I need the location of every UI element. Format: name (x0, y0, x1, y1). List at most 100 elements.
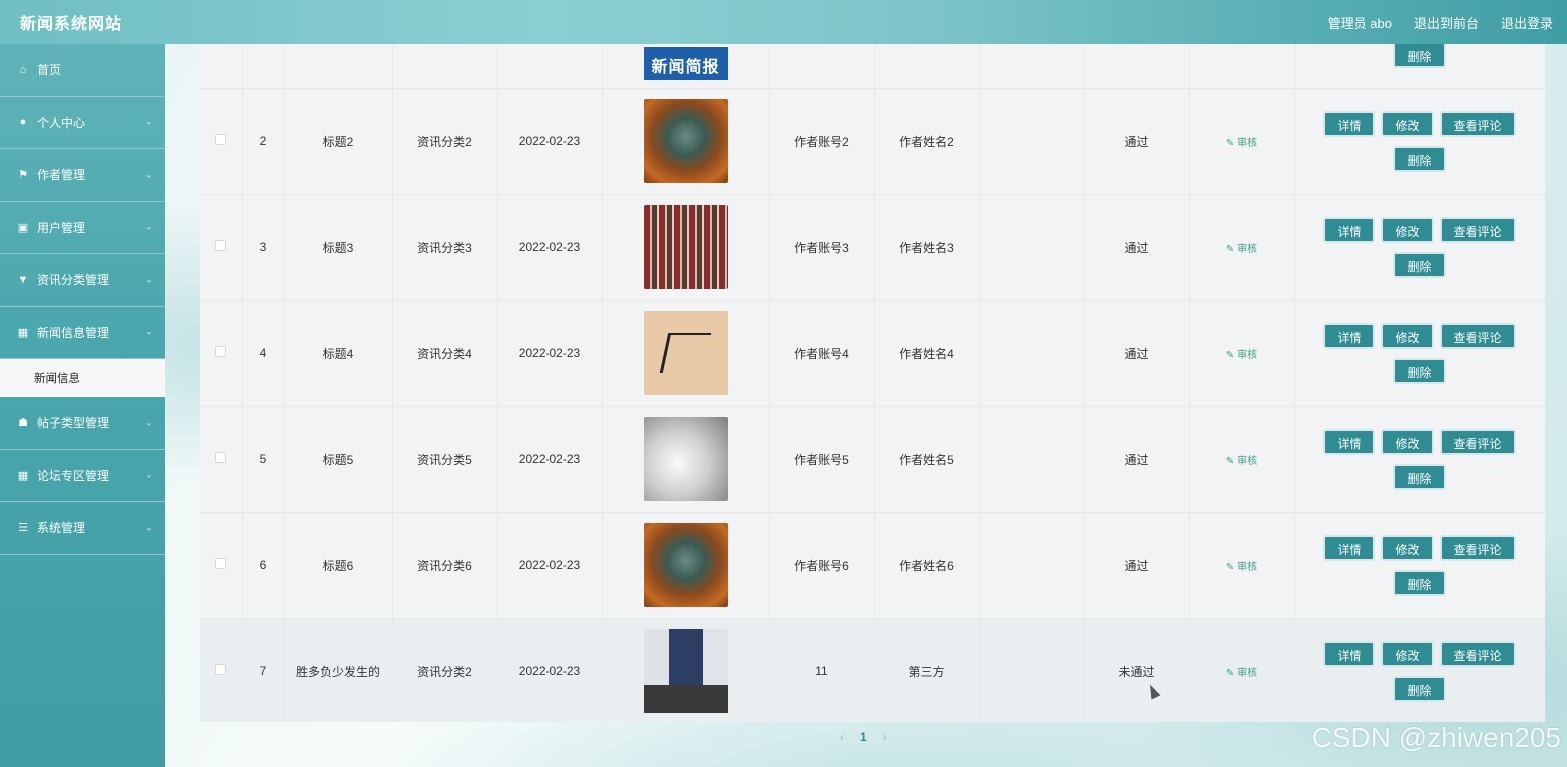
row-status: 通过 (1084, 406, 1190, 513)
site-brand: 新闻系统网站 (20, 16, 123, 33)
sidebar-item-label: 新闻信息管理 (37, 325, 110, 340)
delete-button[interactable]: 删除 (1393, 357, 1446, 384)
row-status: 通过 (1084, 88, 1190, 195)
delete-button[interactable]: 删除 (1393, 44, 1446, 68)
sidebar-item-news-categories[interactable]: ▼ 资讯分类管理 ⌄ (0, 254, 165, 307)
row-date: 2022-02-23 (497, 406, 603, 513)
chevron-down-icon: ⌄ (144, 169, 153, 181)
chevron-down-icon: ⌄ (144, 469, 153, 481)
edit-button[interactable]: 修改 (1381, 216, 1434, 243)
row-checkbox[interactable] (215, 346, 227, 357)
audit-link[interactable]: ✎ 审核 (1226, 456, 1257, 467)
sidebar-item-system[interactable]: ☰ 系统管理 ⌄ (0, 502, 165, 555)
top-actions: 管理员 abo 退出到前台 退出登录 (1328, 13, 1553, 32)
comments-button[interactable]: 查看评论 (1439, 428, 1516, 455)
row-date: 2022-02-23 (497, 618, 603, 722)
delete-button[interactable]: 删除 (1393, 463, 1446, 490)
comments-button[interactable]: 查看评论 (1439, 640, 1516, 667)
row-id: 3 (242, 194, 285, 301)
edit-button[interactable]: 修改 (1381, 640, 1434, 667)
page-number[interactable]: 1 (860, 730, 867, 744)
comments-button[interactable]: 查看评论 (1439, 322, 1516, 349)
row-date: 2022-02-23 (497, 512, 603, 619)
edit-icon: ✎ (1225, 667, 1238, 679)
table-row: 5 标题5 资讯分类5 2022-02-23 作者账号5 作者姓名5 通过 ✎ … (200, 406, 1545, 513)
comments-button[interactable]: 查看评论 (1439, 216, 1516, 243)
row-date: 2022-02-23 (497, 88, 603, 195)
sidebar-item-forum[interactable]: ▦ 论坛专区管理 ⌄ (0, 450, 165, 502)
row-checkbox[interactable] (215, 452, 227, 463)
prev-page-button[interactable]: ‹ (840, 730, 844, 744)
audit-label: 审核 (1237, 137, 1258, 149)
row-checkbox[interactable] (215, 134, 227, 145)
row-author-name: 作者姓名2 (874, 88, 980, 195)
table-row: 新闻简报 删除 (200, 44, 1545, 89)
row-checkbox[interactable] (215, 558, 227, 569)
audit-link[interactable]: ✎ 审核 (1226, 668, 1257, 679)
audit-link[interactable]: ✎ 审核 (1226, 244, 1257, 255)
delete-button[interactable]: 删除 (1393, 675, 1446, 702)
edit-button[interactable]: 修改 (1381, 110, 1434, 137)
edit-icon: ✎ (1225, 455, 1238, 467)
sidebar-item-profile[interactable]: ● 个人中心 ⌄ (0, 97, 165, 149)
sidebar-item-label: 作者管理 (37, 168, 86, 183)
row-checkbox[interactable] (215, 664, 227, 675)
sidebar-item-post-types[interactable]: ☗ 帖子类型管理 ⌄ (0, 397, 165, 450)
audit-link[interactable]: ✎ 审核 (1226, 562, 1257, 573)
chevron-down-icon: ⌄ (144, 417, 153, 429)
row-author-name: 作者姓名3 (874, 194, 980, 301)
delete-button[interactable]: 删除 (1393, 251, 1446, 278)
edit-button[interactable]: 修改 (1381, 534, 1434, 561)
sidebar-item-news-info[interactable]: ▦ 新闻信息管理 ⌄ (0, 307, 165, 359)
detail-button[interactable]: 详情 (1323, 110, 1376, 137)
delete-button[interactable]: 删除 (1393, 569, 1446, 596)
audit-link[interactable]: ✎ 审核 (1226, 350, 1257, 361)
chevron-down-icon: ⌄ (144, 116, 153, 128)
logout-link[interactable]: 退出登录 (1501, 13, 1553, 32)
row-author-account: 11 (769, 618, 875, 722)
filter-icon: ▼ (17, 273, 29, 286)
pagination: ‹ 1 › (840, 730, 887, 744)
row-author-name: 作者姓名4 (874, 300, 980, 407)
table-row: 6 标题6 资讯分类6 2022-02-23 作者账号6 作者姓名6 通过 ✎ … (200, 512, 1545, 619)
sidebar-item-users[interactable]: ▣ 用户管理 ⌄ (0, 202, 165, 254)
table-row: 2 标题2 资讯分类2 2022-02-23 作者账号2 作者姓名2 通过 ✎ … (200, 88, 1545, 195)
row-author-name: 作者姓名6 (874, 512, 980, 619)
row-category: 资讯分类3 (392, 194, 498, 301)
to-front-link[interactable]: 退出到前台 (1414, 13, 1479, 32)
comments-button[interactable]: 查看评论 (1439, 110, 1516, 137)
row-category: 资讯分类5 (392, 406, 498, 513)
grid-icon: ▦ (17, 326, 29, 339)
audit-label: 审核 (1237, 667, 1258, 679)
detail-button[interactable]: 详情 (1323, 428, 1376, 455)
row-checkbox[interactable] (215, 240, 227, 251)
grid-icon: ▦ (17, 469, 29, 482)
audit-link[interactable]: ✎ 审核 (1226, 138, 1257, 149)
next-page-button[interactable]: › (883, 730, 887, 744)
sidebar-item-label: 用户管理 (37, 220, 86, 235)
detail-button[interactable]: 详情 (1323, 534, 1376, 561)
clipboard-icon: ▣ (17, 221, 29, 234)
row-status: 未通过 (1084, 618, 1190, 722)
edit-button[interactable]: 修改 (1381, 322, 1434, 349)
sidebar-item-label: 首页 (37, 63, 62, 78)
detail-button[interactable]: 详情 (1323, 216, 1376, 243)
row-status: 通过 (1084, 300, 1190, 407)
table-row: 7 胜多负少发生的 资讯分类2 2022-02-23 11 第三方 未通过 ✎ … (200, 618, 1545, 722)
comments-button[interactable]: 查看评论 (1439, 534, 1516, 561)
row-category: 资讯分类6 (392, 512, 498, 619)
row-id: 5 (242, 406, 285, 513)
sidebar-item-authors[interactable]: ⚑ 作者管理 ⌄ (0, 149, 165, 202)
sidebar-item-home[interactable]: ⌂ 首页 (0, 44, 165, 97)
row-author-account: 作者账号3 (769, 194, 875, 301)
edit-button[interactable]: 修改 (1381, 428, 1434, 455)
row-title: 胜多负少发生的 (284, 618, 393, 722)
detail-button[interactable]: 详情 (1323, 640, 1376, 667)
row-title: 标题6 (284, 512, 393, 619)
submenu-item-news-info[interactable]: 新闻信息 (0, 359, 165, 397)
row-id: 7 (242, 618, 285, 722)
sidebar-item-label: 个人中心 (37, 115, 86, 130)
detail-button[interactable]: 详情 (1323, 322, 1376, 349)
home-icon: ⌂ (19, 63, 27, 76)
delete-button[interactable]: 删除 (1393, 145, 1446, 172)
